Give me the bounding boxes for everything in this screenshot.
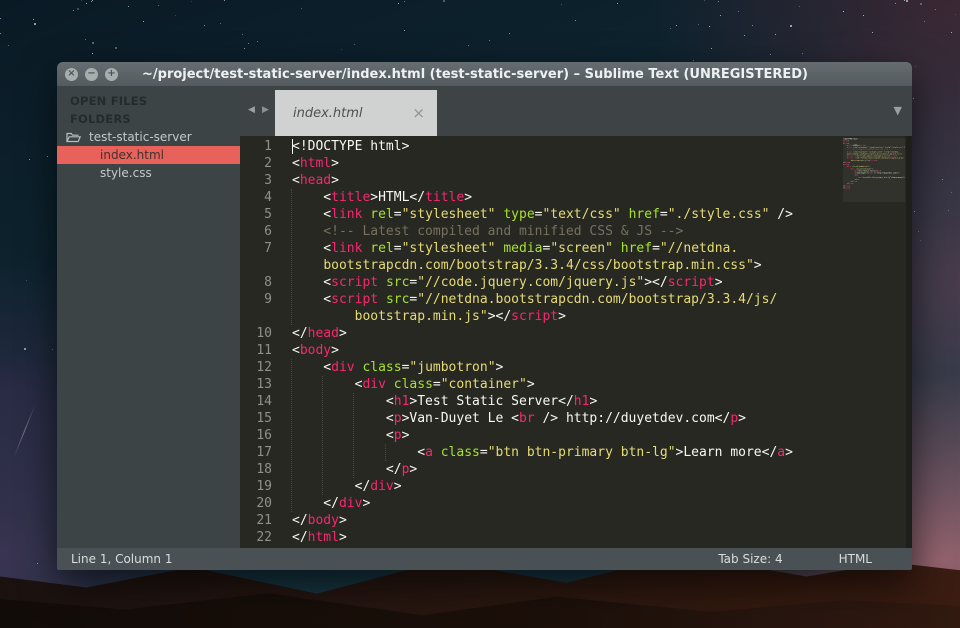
tab-index-html[interactable]: index.html × (275, 90, 437, 136)
line-number: 18 (240, 461, 272, 478)
code-line[interactable]: 7 <link rel="stylesheet" media="screen" … (240, 240, 906, 257)
code-line[interactable]: bootstrapcdn.com/bootstrap/3.3.4/css/boo… (240, 257, 906, 274)
tab-size-label[interactable]: Tab Size: 4 (718, 552, 782, 566)
code-line[interactable]: 17 <a class="btn btn-primary btn-lg">Lea… (240, 444, 906, 461)
code-line[interactable]: 11<body> (240, 342, 906, 359)
line-number: 4 (240, 189, 272, 206)
code-line[interactable]: 9 <script src="//netdna.bootstrapcdn.com… (240, 291, 906, 308)
folders-header[interactable]: FOLDERS (57, 110, 240, 128)
shooting-star (13, 404, 36, 458)
tab-bar: ◀ ▶ index.html × ▼ (240, 86, 912, 136)
code-line[interactable]: 6 <!-- Latest compiled and minified CSS … (240, 223, 906, 240)
minimap-content: <!DOCTYPE html><html><head> <title>HTML<… (843, 138, 905, 189)
line-number: 1 (240, 138, 272, 155)
sidebar-file-index-html[interactable]: index.html (57, 146, 240, 164)
line-number: 15 (240, 410, 272, 427)
code-line[interactable]: 21</body> (240, 512, 906, 529)
editor-scrollbar[interactable] (906, 136, 912, 548)
line-number: 9 (240, 291, 272, 308)
indent-guide (353, 393, 354, 478)
tab-overflow-icon[interactable]: ▼ (894, 104, 902, 117)
window-title: ~/project/test-static-server/index.html … (142, 67, 808, 82)
line-number: 10 (240, 325, 272, 342)
code-line[interactable]: 12 <div class="jumbotron"> (240, 359, 906, 376)
line-number: 20 (240, 495, 272, 512)
line-number: 22 (240, 529, 272, 546)
code-line[interactable]: 2<html> (240, 155, 906, 172)
sidebar-folder-test-static-server[interactable]: test-static-server (57, 128, 240, 146)
open-files-header[interactable]: OPEN FILES (57, 92, 240, 110)
window-titlebar[interactable]: × − + ~/project/test-static-server/index… (57, 62, 912, 86)
minimap[interactable]: <!DOCTYPE html><html><head> <title>HTML<… (843, 138, 905, 202)
desktop: × − + ~/project/test-static-server/index… (0, 0, 960, 628)
code-area[interactable]: 1<!DOCTYPE html>2<html>3<head>4 <title>H… (240, 136, 906, 548)
indent-guide (385, 444, 386, 461)
open-folder-icon (66, 132, 81, 143)
line-number: 8 (240, 274, 272, 291)
line-number: 17 (240, 444, 272, 461)
code-editor[interactable]: 1<!DOCTYPE html>2<html>3<head>4 <title>H… (240, 136, 912, 548)
sublime-text-window: × − + ~/project/test-static-server/index… (57, 62, 912, 570)
line-number: 7 (240, 240, 272, 257)
indent-guide (291, 189, 292, 325)
code-line[interactable]: 22</html> (240, 529, 906, 546)
line-number: 5 (240, 206, 272, 223)
code-line[interactable]: bootstrap.min.js"></script> (240, 308, 906, 325)
syntax-label[interactable]: HTML (839, 552, 872, 566)
close-button[interactable]: × (65, 68, 78, 81)
code-line[interactable]: 3<head> (240, 172, 906, 189)
minimize-button[interactable]: − (85, 68, 98, 81)
tab-scroll-left-icon[interactable]: ◀ (248, 105, 255, 115)
line-number: 6 (240, 223, 272, 240)
code-line[interactable]: 18 </p> (240, 461, 906, 478)
code-line[interactable]: 20 </div> (240, 495, 906, 512)
code-line[interactable]: 14 <h1>Test Static Server</h1> (240, 393, 906, 410)
tab-scroll-right-icon[interactable]: ▶ (262, 105, 269, 115)
code-line[interactable]: 4 <title>HTML</title> (240, 189, 906, 206)
line-number (240, 257, 272, 274)
tab-label: index.html (293, 106, 412, 121)
line-number: 21 (240, 512, 272, 529)
code-line[interactable]: 13 <div class="container"> (240, 376, 906, 393)
indent-guide (322, 376, 323, 495)
line-number: 11 (240, 342, 272, 359)
line-number: 13 (240, 376, 272, 393)
code-line[interactable]: 19 </div> (240, 478, 906, 495)
code-line[interactable]: 15 <p>Van-Duyet Le <br /> http://duyetde… (240, 410, 906, 427)
indent-guide (291, 359, 292, 512)
status-bar: Line 1, Column 1 Tab Size: 4 HTML (57, 548, 912, 570)
line-number: 14 (240, 393, 272, 410)
line-number: 19 (240, 478, 272, 495)
line-number: 16 (240, 427, 272, 444)
folder-name: test-static-server (89, 130, 192, 144)
line-number: 2 (240, 155, 272, 172)
line-number: 3 (240, 172, 272, 189)
sidebar-file-style-css[interactable]: style.css (57, 164, 240, 182)
tab-close-icon[interactable]: × (412, 106, 425, 121)
code-line[interactable]: 1<!DOCTYPE html> (240, 138, 906, 155)
code-line[interactable]: 8 <script src="//code.jquery.com/jquery.… (240, 274, 906, 291)
maximize-button[interactable]: + (105, 68, 118, 81)
text-cursor (292, 139, 293, 154)
cursor-position-label: Line 1, Column 1 (71, 552, 718, 566)
code-line[interactable]: 5 <link rel="stylesheet" type="text/css"… (240, 206, 906, 223)
sidebar: OPEN FILES FOLDERS test-static-server in… (57, 86, 240, 548)
line-number (240, 308, 272, 325)
code-line[interactable]: 10</head> (240, 325, 906, 342)
code-line[interactable]: 16 <p> (240, 427, 906, 444)
line-number: 12 (240, 359, 272, 376)
